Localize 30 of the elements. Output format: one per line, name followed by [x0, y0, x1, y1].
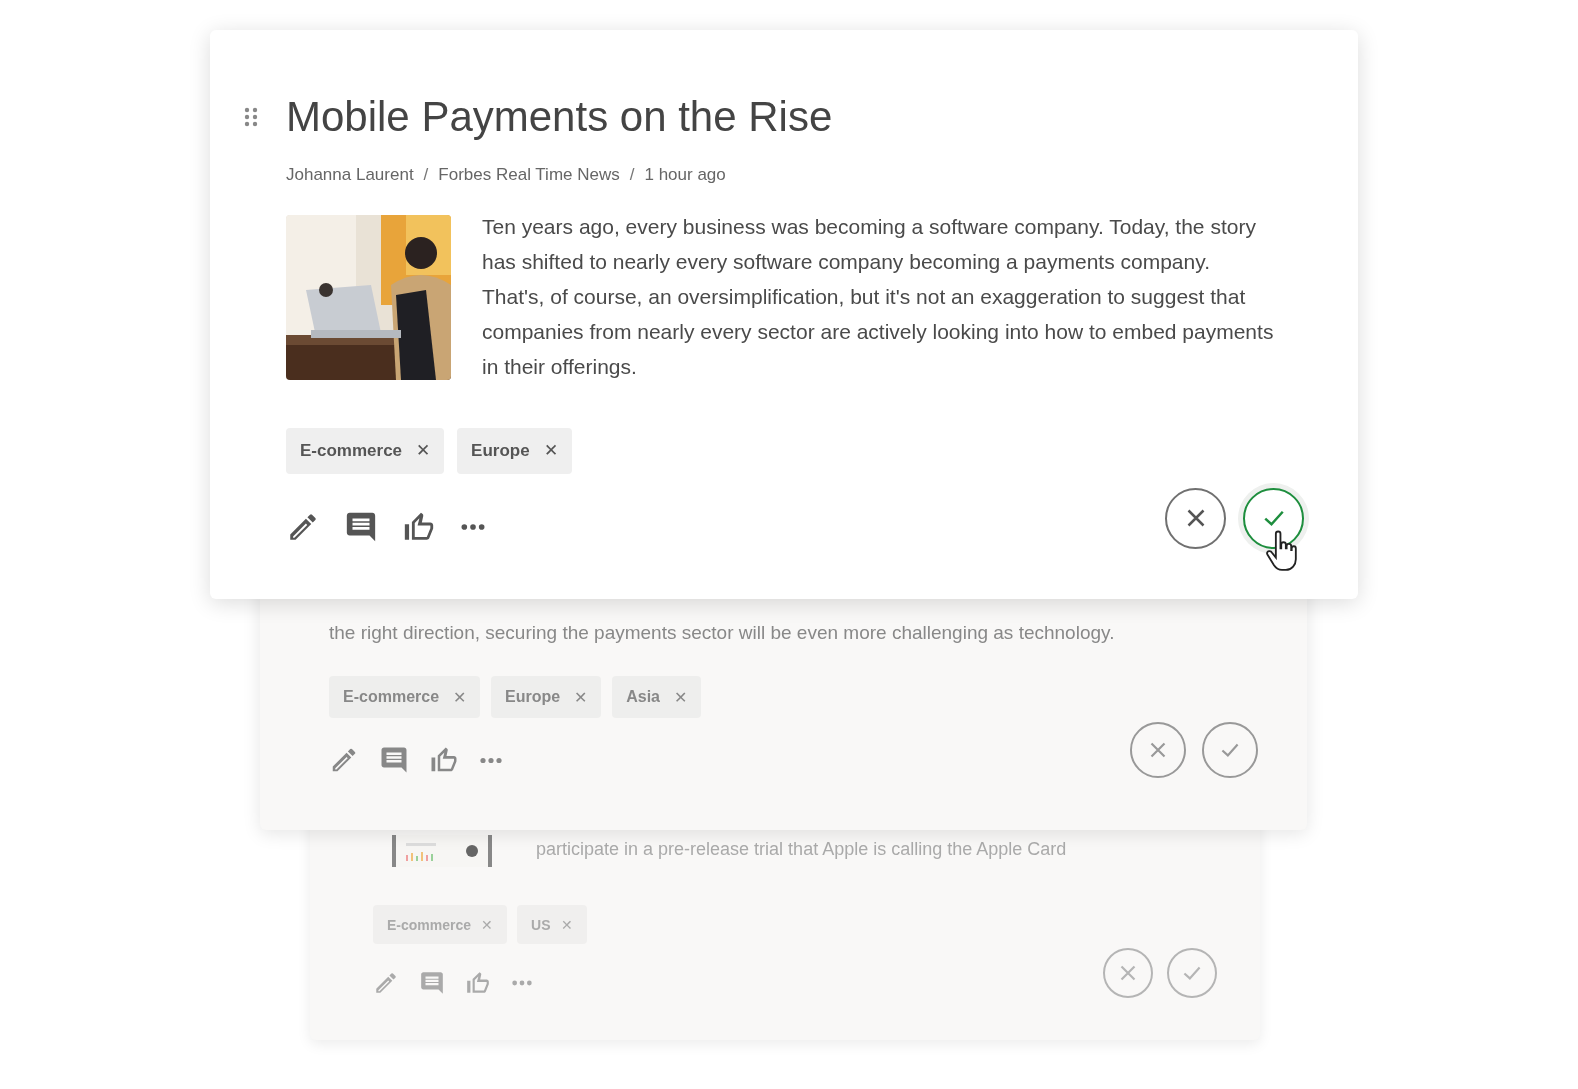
tag-label: Europe	[505, 688, 561, 706]
tag-label: E-commerce	[343, 688, 440, 706]
remove-tag-button[interactable]: ✕	[574, 687, 588, 707]
tag-label: Asia	[626, 688, 660, 706]
article-excerpt: participate in a pre-release trial that Apple is calling the Apple Card	[536, 838, 1067, 861]
article-excerpt: Ten years ago, every business was becoming a software company. Today, the story has shifted to nearly every software company becoming a payments company. That's, of course, an oversimplification, but it's not an exaggeration to suggest that companies from nearly every sector are actively looking into how to embed payments in their offerings.	[482, 213, 1275, 380]
article-meta: Johanna Laurent	[286, 164, 414, 185]
reject-button[interactable]	[1165, 487, 1226, 549]
article-excerpt: the right direction, securing the payments sector will be even more challenging as technology.	[329, 621, 1115, 645]
article-meta: Forbes Real Time News	[438, 164, 620, 185]
meta-separator: /	[629, 164, 635, 185]
hand-cursor-icon	[1265, 529, 1299, 573]
remove-tag-button[interactable]: ✕	[453, 687, 467, 707]
comment-icon[interactable]	[379, 745, 409, 775]
tag-label: E-commerce	[387, 916, 472, 933]
remove-tag-button[interactable]: ✕	[481, 916, 494, 933]
tag-label: US	[531, 916, 551, 933]
meta-separator: /	[423, 164, 429, 185]
more-icon[interactable]	[460, 522, 486, 533]
article-meta: 1 hour ago	[644, 164, 726, 185]
more-icon[interactable]	[479, 755, 503, 765]
remove-tag-button[interactable]: ✕	[560, 916, 573, 933]
remove-tag-button[interactable]: ✕	[416, 440, 431, 462]
remove-tag-button[interactable]: ✕	[543, 440, 558, 462]
tag-label: Europe	[471, 440, 530, 461]
thumbs-up-icon[interactable]	[465, 970, 491, 996]
article-title: Mobile Payments on the Rise	[286, 92, 833, 142]
tag-label: E-commerce	[300, 440, 403, 461]
remove-tag-button[interactable]: ✕	[673, 687, 687, 707]
drag-handle-icon[interactable]	[244, 107, 258, 128]
